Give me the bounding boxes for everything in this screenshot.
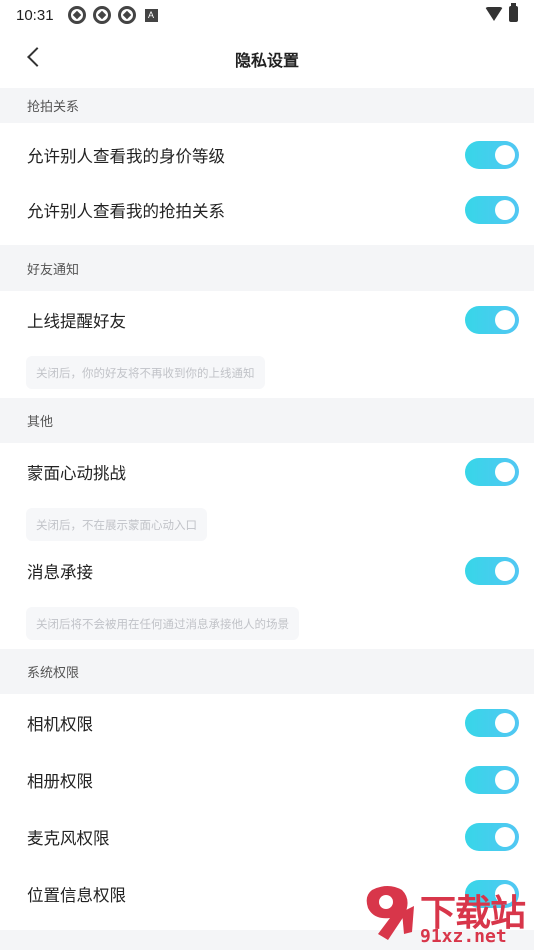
toggle-switch[interactable] (465, 140, 519, 169)
setting-hint: 关闭后，不在展示蒙面心动入口 (26, 508, 207, 541)
setting-hint: 关闭后，你的好友将不再收到你的上线通知 (26, 356, 265, 389)
status-bar: 10:31 A (0, 0, 534, 30)
notification-badge-icon: A (144, 8, 158, 22)
toggle-switch[interactable] (465, 556, 519, 585)
setting-row: 上线提醒好友 (0, 291, 534, 348)
setting-label: 相机权限 (27, 714, 93, 734)
page-title: 隐私设置 (234, 51, 299, 70)
section-card: 上线提醒好友 关闭后，你的好友将不再收到你的上线通知 (0, 291, 534, 398)
toggle-switch[interactable] (465, 457, 519, 486)
toggle-switch[interactable] (465, 822, 519, 851)
section-title: 好友通知 (0, 245, 534, 291)
toggle-knob (495, 309, 515, 330)
setting-hint: 关闭后将不会被用在任何通过消息承接他人的场景 (26, 607, 299, 640)
setting-label: 消息承接 (27, 562, 93, 582)
setting-row: 允许别人查看我的抢拍关系 (0, 181, 534, 238)
wifi-icon (485, 7, 503, 21)
toggle-knob (495, 560, 515, 581)
section-card: 蒙面心动挑战 关闭后，不在展示蒙面心动入口 消息承接 关闭后将不会被用在任何通过… (0, 443, 534, 649)
notification-icon (117, 6, 136, 24)
back-icon[interactable] (27, 47, 47, 67)
toggle-knob (495, 461, 515, 482)
setting-row: 允许别人查看我的身价等级 (0, 126, 534, 183)
setting-label: 允许别人查看我的抢拍关系 (27, 201, 225, 221)
setting-row: 麦克风权限 (0, 808, 534, 865)
status-time: 10:31 (16, 6, 54, 24)
toggle-switch[interactable] (465, 879, 519, 908)
section-card: 相机权限 相册权限 麦克风权限 位置信息权限 (0, 694, 534, 930)
status-right (485, 3, 518, 22)
setting-row: 相册权限 (0, 751, 534, 808)
toggle-knob (495, 826, 515, 847)
toggle-switch[interactable] (465, 765, 519, 794)
setting-row: 相机权限 (0, 694, 534, 751)
setting-row: 消息承接 (0, 542, 534, 599)
setting-label: 蒙面心动挑战 (27, 463, 126, 483)
toggle-knob (495, 144, 515, 165)
toggle-switch[interactable] (465, 708, 519, 737)
top-bar: 隐私设置 (0, 30, 534, 88)
toggle-knob (495, 883, 515, 904)
section-title: 抢拍关系 (0, 88, 534, 123)
toggle-switch[interactable] (465, 305, 519, 334)
section-title: 系统权限 (0, 649, 534, 694)
section-title: 其他 (0, 398, 534, 443)
toggle-knob (495, 769, 515, 790)
section-card: 允许别人查看我的身价等级 允许别人查看我的抢拍关系 (0, 123, 534, 245)
battery-icon (509, 3, 518, 22)
notification-icon (92, 6, 111, 24)
toggle-knob (495, 712, 515, 733)
notification-icon (67, 6, 86, 24)
setting-label: 麦克风权限 (27, 828, 110, 848)
setting-label: 上线提醒好友 (27, 311, 126, 331)
toggle-switch[interactable] (465, 195, 519, 224)
setting-label: 允许别人查看我的身价等级 (27, 146, 225, 166)
setting-label: 相册权限 (27, 771, 93, 791)
toggle-knob (495, 199, 515, 220)
setting-row: 蒙面心动挑战 (0, 443, 534, 500)
setting-label: 位置信息权限 (27, 885, 126, 905)
setting-row: 位置信息权限 (0, 865, 534, 922)
